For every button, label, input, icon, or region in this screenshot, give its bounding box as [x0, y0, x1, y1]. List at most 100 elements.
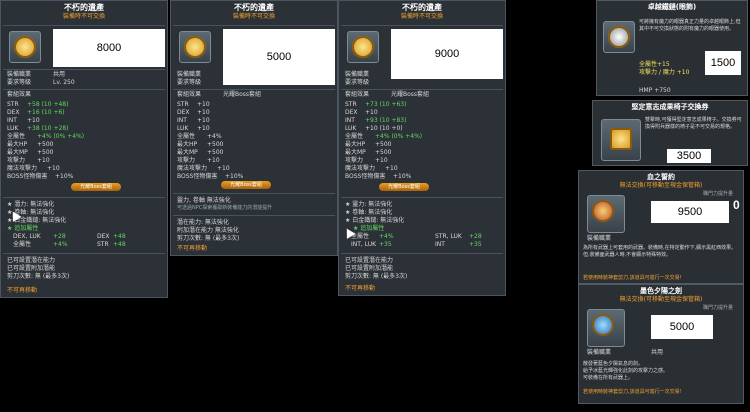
extra-value: +35 [469, 241, 482, 248]
stat-value: +73 (10 +63) [365, 101, 407, 108]
set-label: 套組效果 [345, 91, 370, 98]
sword-icon [592, 200, 614, 222]
stat-value: +10 [27, 117, 40, 124]
item-trade-status: 裝備時不可交換 [62, 13, 105, 20]
footer-note: 不可再移動 [177, 245, 208, 252]
crown-icon [610, 128, 632, 150]
stat-value: +10 (10 +0) [365, 125, 403, 132]
item-description: 雙擊時,可獲得堅定意志成果椅子。交換券可換得附兵器樣的椅子是不可交易的規格。 [645, 117, 742, 130]
stat-name: 最大MP [345, 149, 366, 156]
item-description: 散發著藍色夕陽氣息的劍。 給予冰藍光輝強化此劍的攻擊力之感。 可裝備在所有武器上… [583, 361, 669, 381]
stat-value: +10 [197, 125, 210, 132]
potential-line: ★ 靈力: 無法強化 [345, 201, 393, 208]
stat-name: 魔法攻擊力 [7, 165, 38, 172]
potential-note: 可透過NPC探索獲取新裝備能力的潛能提升 [177, 205, 273, 211]
req-label: 要求等級 [7, 79, 32, 86]
stat-name: DEX [345, 109, 358, 116]
req-value: Lv. 250 [53, 79, 75, 86]
price-label: 5000 [223, 29, 335, 85]
blue-sword-icon [592, 314, 614, 336]
stat-value: +500 [375, 141, 392, 148]
stat-value: +10 [385, 165, 398, 172]
price-label: 5000 [651, 315, 713, 339]
footer-note: 若使用時裝神套剪刀,該道具可進行一次交易! [583, 389, 682, 395]
extra-stat: STR, LUK [435, 233, 462, 240]
item-title: 不朽的遺產 [402, 3, 442, 12]
price-label: 1500 [705, 51, 741, 75]
stat-value: +10 [365, 109, 378, 116]
stat-name: BOSS怪物傷害 [345, 173, 386, 180]
chair-voucher-tooltip: 堅定意志成果椅子交換券 雙擊時,可獲得堅定意志成果椅子。交換券可換得附兵器樣的椅… [592, 100, 748, 166]
power-delta: 0 [733, 198, 740, 212]
footer-note: 若使用時裝神套剪刀,該道具可進行一次交易! [583, 275, 682, 281]
job-label: 裝備職業 [587, 349, 612, 356]
req-label: 要求等級 [345, 79, 370, 86]
extra-value: +4% [379, 233, 394, 240]
price-label: 9000 [391, 29, 503, 79]
job-label: 裝備職業 [7, 71, 32, 78]
bottom-line: 潛在能力: 無法強化 [177, 219, 229, 226]
stat-name: DEX [177, 109, 190, 116]
footer-note: 不可再移動 [7, 287, 38, 294]
stat-name: INT [7, 117, 17, 124]
stat-name: 魔法攻擊力 [177, 165, 208, 172]
stat-name: STR [345, 101, 357, 108]
item-icon [347, 31, 379, 63]
req-label: 要求等級 [177, 79, 202, 86]
rate-label: 職門力提升量 [703, 305, 734, 311]
stat-name: LUK [7, 125, 19, 132]
stat-value: +10 [47, 165, 60, 172]
stat-value: +10 [197, 109, 210, 116]
set-highlight-button[interactable]: 光耀Boss套組 [71, 183, 121, 191]
footer-note: 不可再移動 [345, 285, 376, 292]
stat-name: STR [177, 101, 189, 108]
item-tooltip-3: 不朽的遺產 裝備時不可交換 9000 裝備職業 要求等級 套組效果 光耀Boss… [338, 0, 506, 296]
bottom-line: 已可設置附加潛能 [345, 265, 394, 272]
extra-stat: INT [435, 241, 445, 248]
stat-value: +16 (10 +6) [27, 109, 65, 116]
stat-value: +500 [375, 149, 392, 156]
stat-name: 最大HP [177, 141, 198, 148]
item-title: 墨色夕陽之劍 [640, 287, 682, 295]
stat-name: 最大HP [345, 141, 366, 148]
stat-name: 最大HP [7, 141, 28, 148]
item-tooltip-1: 不朽的遺產 裝備時不可交換 8000 裝備職業 共用 要求等級 Lv. 250 … [0, 0, 168, 298]
item-title: 卓越鐵鏈(眼飾) [647, 3, 697, 11]
stat-name: LUK [345, 125, 357, 132]
item-trade-status: 裝備時不可交換 [400, 13, 443, 20]
stat-name: LUK [177, 125, 189, 132]
stat-value: +58 (10 +48) [27, 101, 69, 108]
item-icon [601, 119, 641, 161]
extra-stat: 全屬性 [13, 241, 32, 248]
set-highlight-button[interactable]: 光耀Boss套組 [221, 181, 271, 189]
stat-value: +10% [393, 173, 412, 180]
stat-value: +500 [207, 141, 224, 148]
extra-value: +35 [379, 241, 392, 248]
eye-accessory-tooltip: 卓越鐵鏈(眼飾) 可將擁有魔力的眼器真正力量的卓越眼飾上,但其中不可交換狀態的附… [596, 0, 748, 96]
potential-line: 靈力, 卷軸 無法強化 [177, 197, 231, 204]
stat-value: +10 [37, 157, 50, 164]
set-label: 套組效果 [177, 91, 202, 98]
job-value: 共用 [651, 349, 664, 356]
extra-stat: INT, LUK [351, 241, 377, 248]
item-icon [587, 309, 625, 347]
item-icon [603, 21, 635, 53]
job-label: 裝備職業 [587, 235, 612, 242]
stat-value: +4% [207, 133, 222, 140]
stat-name: DEX [7, 109, 20, 116]
extra-stats-header: ★ 追加屬性 [353, 225, 385, 232]
stat-line: HMP +750 [639, 87, 671, 94]
price-label: 9500 [651, 201, 729, 223]
dusk-sword-tooltip: 墨色夕陽之劍 無法交換(可移動至現金保管箱) 職門力提升量 5000 裝備職業 … [578, 284, 744, 404]
item-icon [587, 195, 625, 233]
stat-value: +93 (10 +83) [365, 117, 407, 124]
blood-oath-tooltip: 血之誓約 無法交換(可移動至現金保管箱) 職門力提升量 9500 0 裝備職業 … [578, 170, 744, 284]
set-highlight-button[interactable]: 光耀Boss套組 [379, 183, 429, 191]
stat-value: +500 [37, 149, 54, 156]
stat-value: +10% [55, 173, 74, 180]
extra-value: +4% [53, 241, 68, 248]
bottom-line: 剪刀次數: 無 (最多3次) [7, 273, 70, 280]
potential-line: ★ 潛力: 無法強化 [7, 201, 55, 208]
potential-line: ★ 卷軸: 無法強化 [345, 209, 393, 216]
stat-value: +10% [225, 173, 244, 180]
